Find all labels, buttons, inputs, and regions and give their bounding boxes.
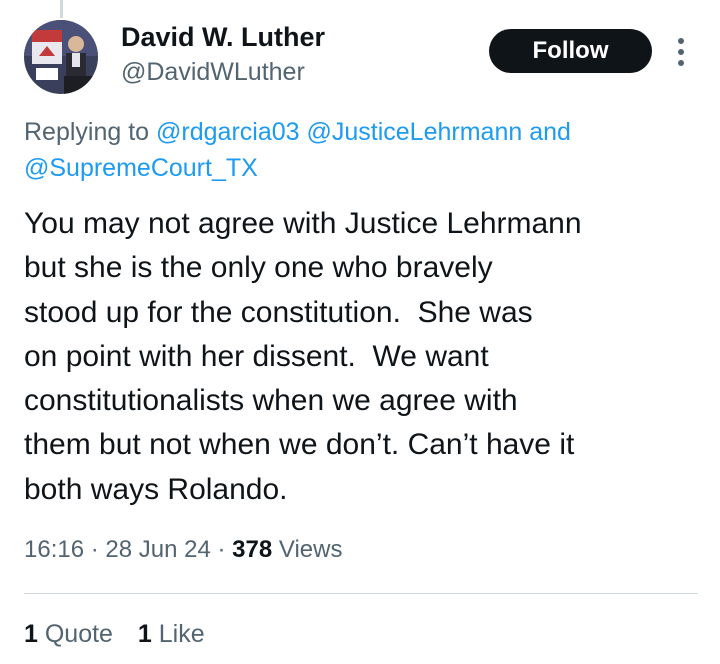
more-options-icon[interactable] — [674, 36, 688, 68]
tweet-text-line: You may not agree with Justice Lehrmann — [24, 207, 582, 240]
mention-link[interactable]: @rdgarcia03 — [156, 118, 300, 146]
replying-to-prefix: Replying to — [24, 118, 150, 146]
tweet-text: You may not agree with Justice Lehrmann … — [24, 202, 704, 512]
meta-separator: · — [90, 536, 106, 563]
tweet-text-line: on point with her dissent. We want — [24, 339, 489, 373]
tweet-meta: 16:16 · 28 Jun 24 · 378 Views — [24, 536, 342, 564]
thread-connector-line — [60, 0, 63, 18]
likes-stat[interactable]: 1 Like — [138, 620, 205, 648]
engagement-stats: 1 Quote 1 Like — [24, 620, 223, 649]
divider — [24, 593, 698, 594]
views-count: 378 — [232, 536, 273, 563]
tweet-text-line: both ways Rolando. — [24, 472, 288, 506]
quotes-count: 1 — [24, 620, 38, 648]
mention-connector: and — [529, 118, 571, 146]
tweet-time[interactable]: 16:16 — [24, 536, 84, 563]
tweet-text-line: but she is the only one who bravely — [24, 251, 493, 285]
likes-label: Like — [158, 620, 205, 648]
tweet-text-line: them but not when we don’t. Can’t have i… — [24, 428, 575, 462]
quotes-label: Quote — [44, 620, 113, 648]
mention-link[interactable]: @JusticeLehrmann — [307, 118, 523, 146]
meta-separator: · — [217, 536, 233, 563]
tweet-text-line: constitutionalists when we agree with — [24, 384, 518, 418]
views-label: Views — [278, 536, 343, 563]
replying-to-line: Replying to @rdgarcia03 @JusticeLehrmann… — [24, 114, 674, 186]
quotes-stat[interactable]: 1 Quote — [24, 620, 120, 648]
tweet-date[interactable]: 28 Jun 24 — [105, 536, 210, 563]
avatar[interactable] — [24, 20, 98, 94]
likes-count: 1 — [137, 620, 152, 648]
tweet-text-line: stood up for the constitution. She was — [24, 295, 533, 329]
follow-button[interactable]: Follow — [489, 29, 652, 73]
mention-link[interactable]: @SupremeCourt_TX — [24, 154, 258, 182]
author-name[interactable]: David W. Luther — [121, 22, 325, 53]
avatar-image — [24, 20, 98, 94]
author-handle[interactable]: @DavidWLuther — [121, 58, 305, 87]
